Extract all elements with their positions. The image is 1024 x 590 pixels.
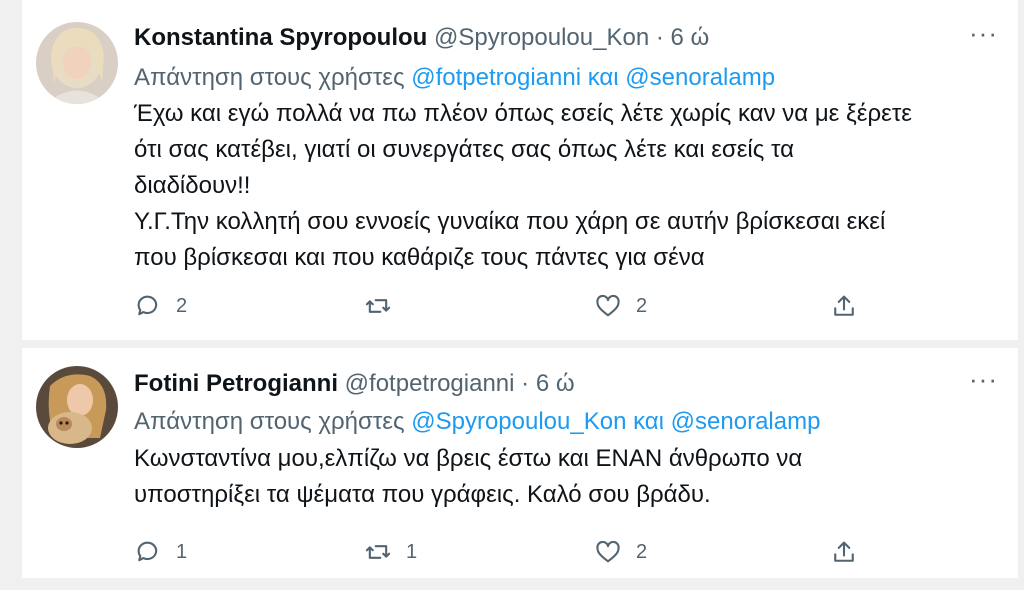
heart-icon	[596, 540, 620, 563]
action-bar: 1 1 2	[134, 534, 874, 570]
tweet-text-line: υποστηρίξει τα ψέματα που γράφεις. Καλό …	[134, 481, 711, 508]
like-button[interactable]: 2	[594, 534, 647, 570]
retweet-arrows-icon	[365, 299, 391, 313]
tweet-text-line: που βρίσκεσαι και που καθάριζε τους πάντ…	[134, 244, 705, 271]
retweet-button[interactable]	[364, 288, 406, 324]
mention-links[interactable]: @Spyropoulou_Kon και @senoralamp	[411, 408, 820, 435]
separator-dot: ·	[521, 370, 530, 397]
more-dots-icon[interactable]: ···	[969, 18, 998, 49]
replying-to-label: Απάντηση στους χρήστες	[134, 64, 405, 91]
share-button[interactable]	[830, 534, 858, 570]
reply-bubble-icon	[137, 541, 158, 562]
reply-count: 2	[176, 294, 188, 317]
tweet[interactable]: Fotini Petrogianni @fotpetrogianni · 6 ώ…	[22, 348, 1018, 578]
like-count: 2	[636, 294, 648, 317]
timestamp[interactable]: 6 ώ	[536, 370, 575, 397]
tweet-feed: Konstantina Spyropoulou @Spyropoulou_Kon…	[0, 0, 1024, 590]
reply-button[interactable]: 2	[134, 288, 187, 324]
tweet-text: Έχω και εγώ πολλά να πω πλέον όπως εσείς…	[134, 96, 912, 276]
retweet-arrows-icon	[365, 545, 391, 559]
like-button[interactable]: 2	[594, 288, 647, 324]
share-button[interactable]	[830, 288, 858, 324]
author-handle[interactable]: @fotpetrogianni	[345, 370, 515, 397]
like-count: 2	[636, 540, 648, 563]
tweet-text-line: διαδίδουν!!	[134, 172, 251, 199]
author-name[interactable]: Fotini Petrogianni	[134, 370, 338, 397]
reply-count: 1	[176, 540, 188, 563]
retweet-button[interactable]: 1	[364, 534, 417, 570]
author-name[interactable]: Konstantina Spyropoulou	[134, 24, 427, 51]
avatar[interactable]	[36, 22, 118, 104]
heart-icon	[596, 294, 620, 317]
tweet-header: Fotini Petrogianni @fotpetrogianni · 6 ώ	[134, 370, 575, 398]
tweet-text-line: ότι σας κατέβει, γιατί οι συνεργάτες σας…	[134, 136, 794, 163]
tweet-text-line: Έχω και εγώ πολλά να πω πλέον όπως εσείς…	[134, 100, 912, 127]
tweet[interactable]: Konstantina Spyropoulou @Spyropoulou_Kon…	[22, 0, 1018, 340]
author-handle[interactable]: @Spyropoulou_Kon	[434, 24, 649, 51]
timestamp[interactable]: 6 ώ	[671, 24, 710, 51]
tweet-header: Konstantina Spyropoulou @Spyropoulou_Kon…	[134, 24, 709, 52]
reply-button[interactable]: 1	[134, 534, 187, 570]
tweet-text-line: Κωνσταντίνα μου,ελπίζω να βρεις έστω και…	[134, 445, 803, 472]
replying-to-label: Απάντηση στους χρήστες	[134, 408, 405, 435]
tweet-text-line: Υ.Γ.Την κολλητή σου εννοείς γυναίκα που …	[134, 208, 886, 235]
retweet-count: 1	[406, 540, 418, 563]
share-upload-icon	[834, 541, 854, 562]
reply-bubble-icon	[137, 295, 158, 316]
replying-to: Απάντηση στους χρήστες @Spyropoulou_Kon …	[134, 408, 820, 436]
avatar[interactable]	[36, 366, 118, 448]
separator-dot: ·	[655, 24, 664, 51]
action-bar: 2 2	[134, 288, 874, 324]
tweet-text: Κωνσταντίνα μου,ελπίζω να βρεις έστω και…	[134, 441, 802, 513]
mention-links[interactable]: @fotpetrogianni και @senoralamp	[411, 64, 775, 91]
replying-to: Απάντηση στους χρήστες @fotpetrogianni κ…	[134, 64, 775, 92]
share-upload-icon	[834, 295, 854, 316]
more-dots-icon[interactable]: ···	[969, 364, 998, 395]
